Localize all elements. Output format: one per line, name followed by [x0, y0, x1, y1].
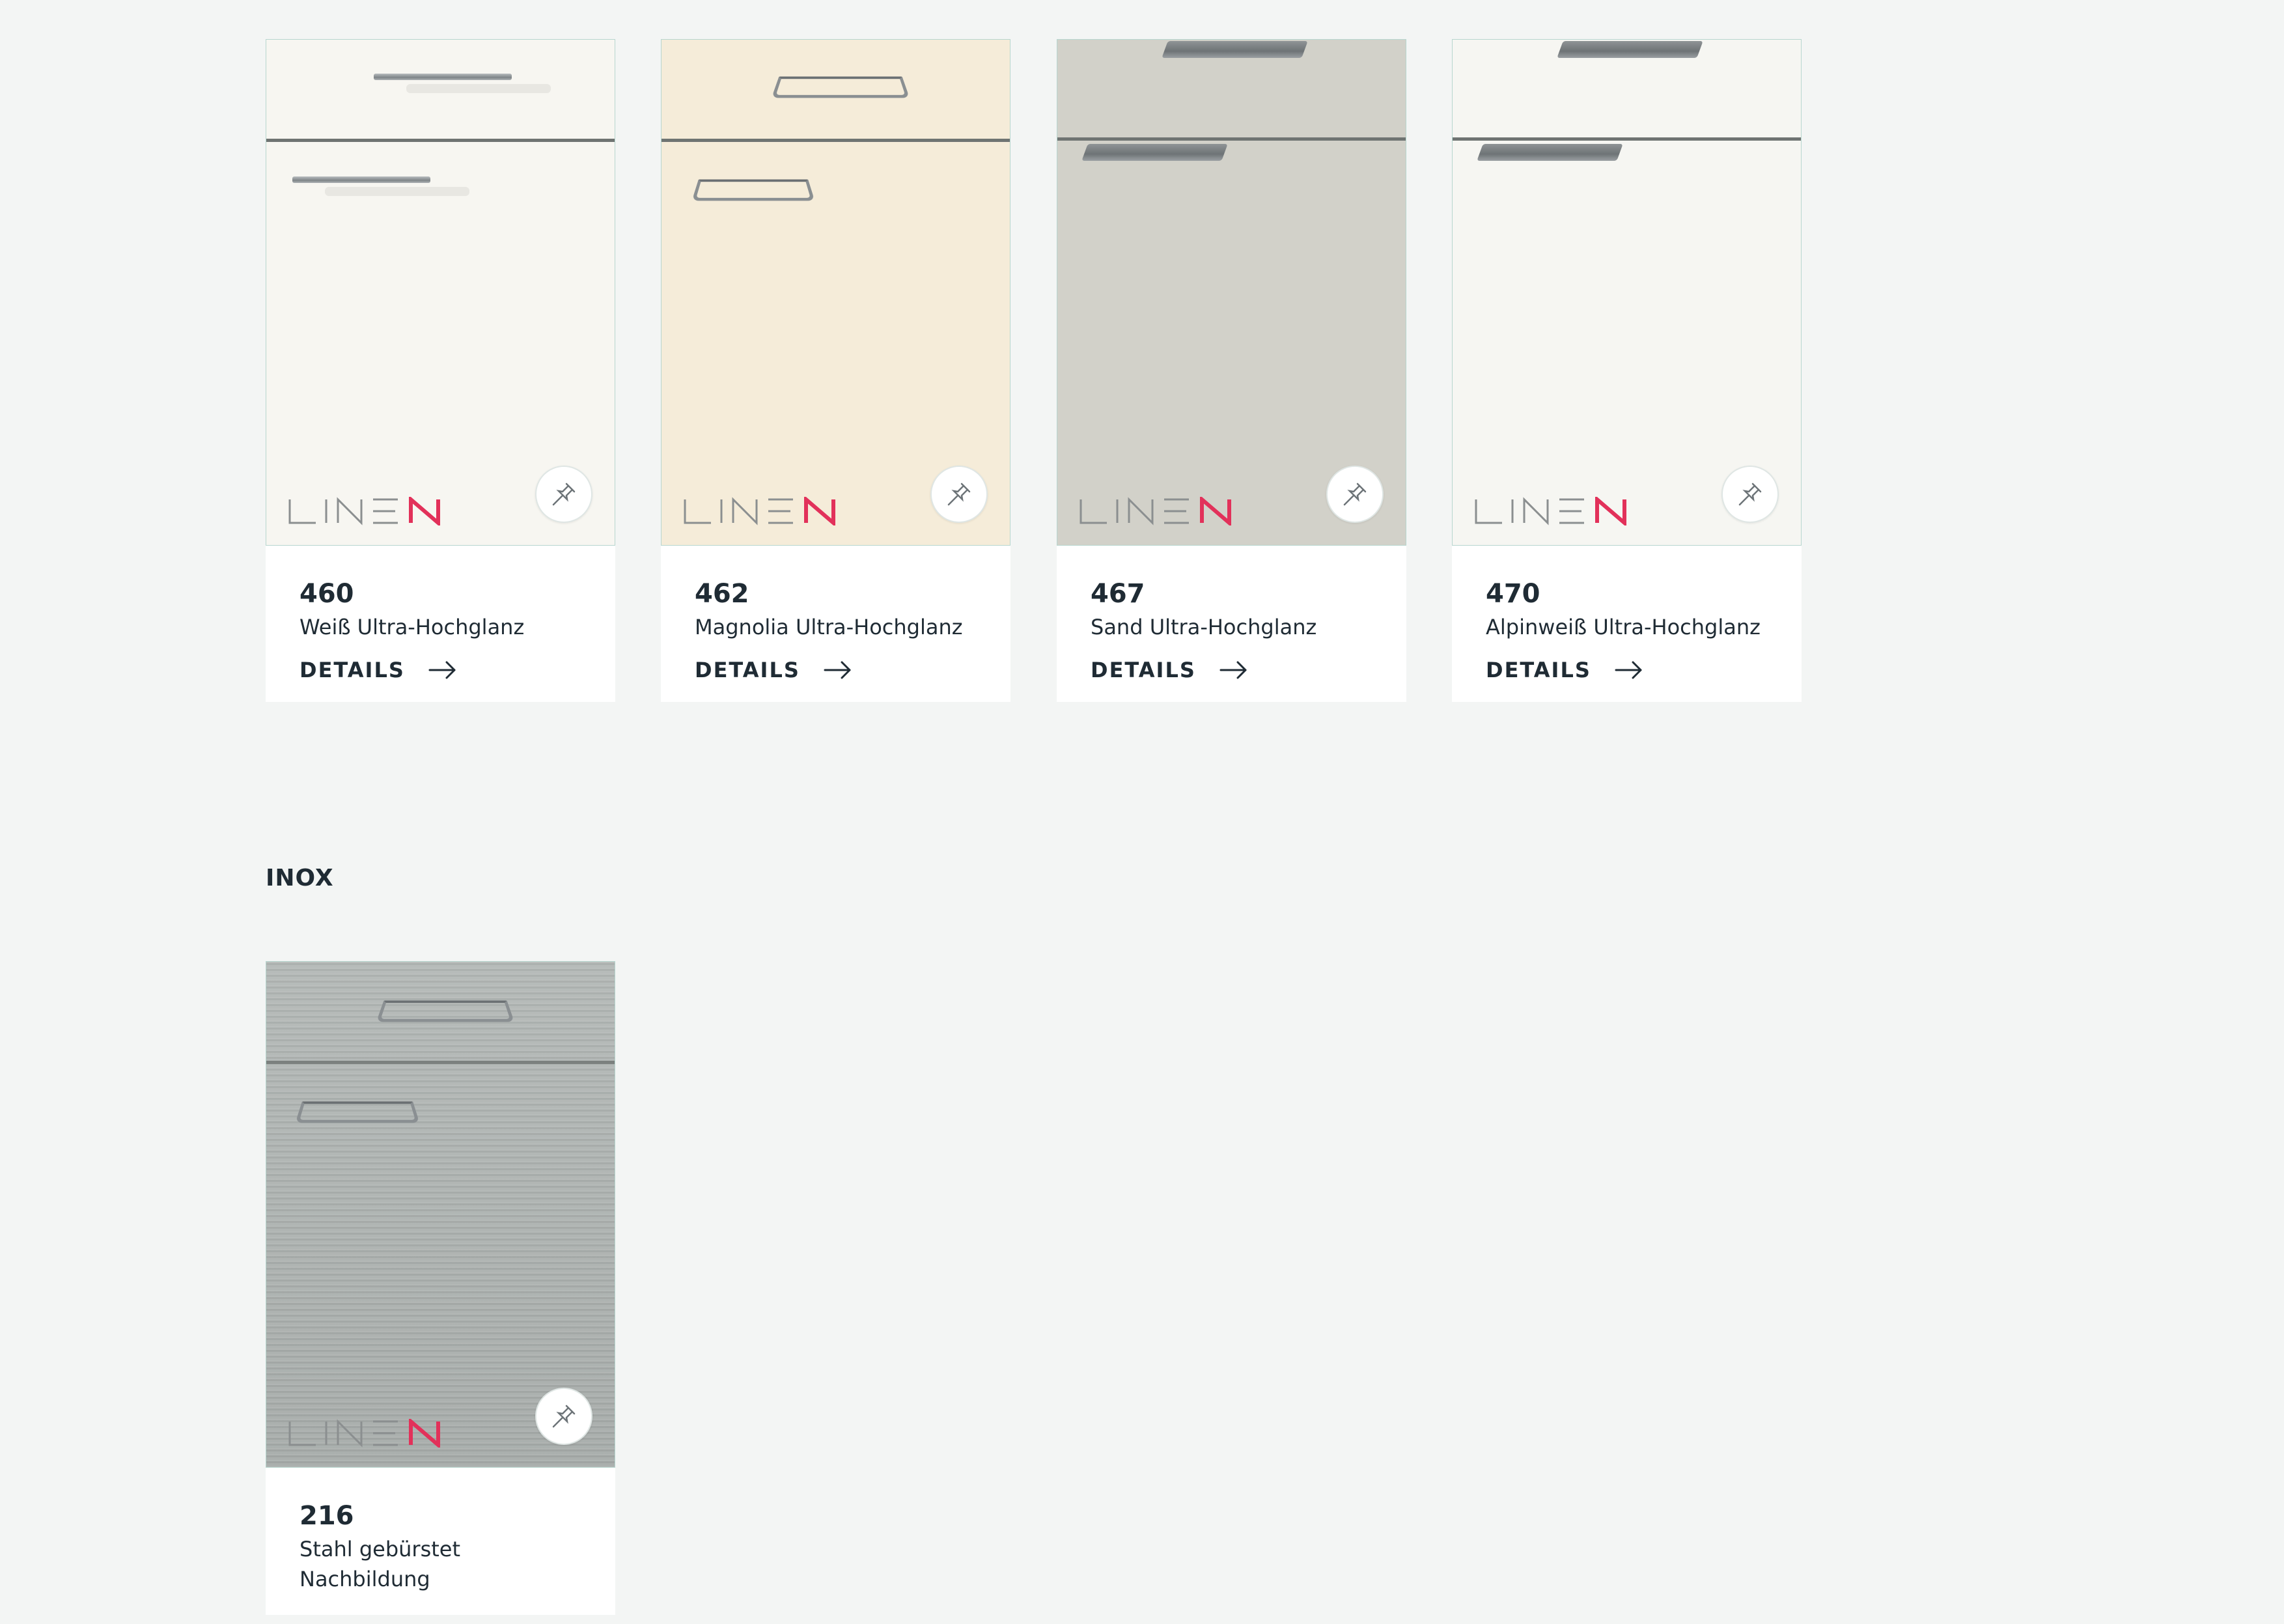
product-front-image: [1452, 39, 1802, 546]
line-n-logo: [682, 497, 845, 525]
pin-icon: [552, 1405, 576, 1428]
pin-button[interactable]: [535, 1388, 592, 1445]
arrow-right-icon: [824, 661, 851, 679]
pin-icon: [1343, 483, 1367, 506]
product-number: 467: [1091, 579, 1145, 609]
product-number: 470: [1486, 579, 1540, 609]
product-name: Weiß Ultra-Hochglanz: [299, 615, 525, 639]
drawer-handle: [374, 74, 551, 93]
product-card-216[interactable]: 216 Stahl gebürstet Nachbildung: [266, 961, 615, 1615]
product-name: Magnolia Ultra-Hochglanz: [695, 615, 963, 639]
product-front-image: [1057, 39, 1406, 546]
line-n-logo: [287, 1419, 450, 1448]
product-number: 216: [299, 1501, 354, 1531]
drawer-divider: [662, 139, 1010, 142]
pin-button[interactable]: [930, 466, 988, 523]
details-link[interactable]: DETAILS: [1486, 658, 1802, 682]
product-card-467[interactable]: 467 Sand Ultra-Hochglanz DETAILS: [1057, 39, 1406, 702]
product-name: Alpinweiß Ultra-Hochglanz: [1486, 615, 1761, 639]
product-card-470[interactable]: 470 Alpinweiß Ultra-Hochglanz DETAILS: [1452, 39, 1802, 702]
door-handle: [292, 176, 469, 196]
arrow-right-icon: [428, 661, 456, 679]
details-link[interactable]: DETAILS: [299, 658, 615, 682]
details-label: DETAILS: [695, 658, 800, 682]
details-label: DETAILS: [1486, 658, 1591, 682]
pin-button[interactable]: [535, 466, 592, 523]
product-name-line-2: Nachbildung: [299, 1567, 430, 1591]
drawer-divider: [266, 1061, 615, 1064]
pin-button[interactable]: [1326, 466, 1384, 523]
drawer-handle: [376, 1000, 515, 1022]
pin-icon: [1738, 483, 1762, 506]
product-name: Sand Ultra-Hochglanz: [1091, 615, 1317, 639]
drawer-divider: [266, 139, 615, 142]
drawer-handle: [1557, 41, 1703, 58]
details-label: DETAILS: [1091, 658, 1196, 682]
door-handle: [691, 179, 815, 201]
drawer-divider: [1453, 137, 1801, 141]
section-heading-inox: INOX: [266, 865, 334, 891]
product-front-image: [266, 39, 615, 546]
product-card-460[interactable]: 460 Weiß Ultra-Hochglanz DETAILS: [266, 39, 615, 702]
drawer-handle: [1162, 41, 1308, 58]
line-n-logo: [1078, 497, 1241, 525]
product-name-line-1: Stahl gebürstet: [299, 1537, 461, 1561]
product-number: 462: [695, 579, 749, 609]
line-n-logo: [1473, 497, 1636, 525]
arrow-right-icon: [1615, 661, 1642, 679]
arrow-right-icon: [1219, 661, 1247, 679]
product-front-image: [661, 39, 1010, 546]
pin-button[interactable]: [1721, 466, 1779, 523]
drawer-divider: [1057, 137, 1406, 141]
details-label: DETAILS: [299, 658, 405, 682]
door-handle: [1081, 144, 1228, 161]
pin-icon: [947, 483, 971, 506]
pin-icon: [552, 483, 576, 506]
door-handle: [1477, 144, 1623, 161]
details-link[interactable]: DETAILS: [1091, 658, 1406, 682]
details-link[interactable]: DETAILS: [695, 658, 1010, 682]
door-handle: [295, 1101, 420, 1123]
product-front-image: [266, 961, 615, 1468]
line-n-logo: [287, 497, 450, 525]
drawer-handle: [771, 76, 910, 98]
product-card-462[interactable]: 462 Magnolia Ultra-Hochglanz DETAILS: [661, 39, 1010, 702]
product-number: 460: [299, 579, 354, 609]
